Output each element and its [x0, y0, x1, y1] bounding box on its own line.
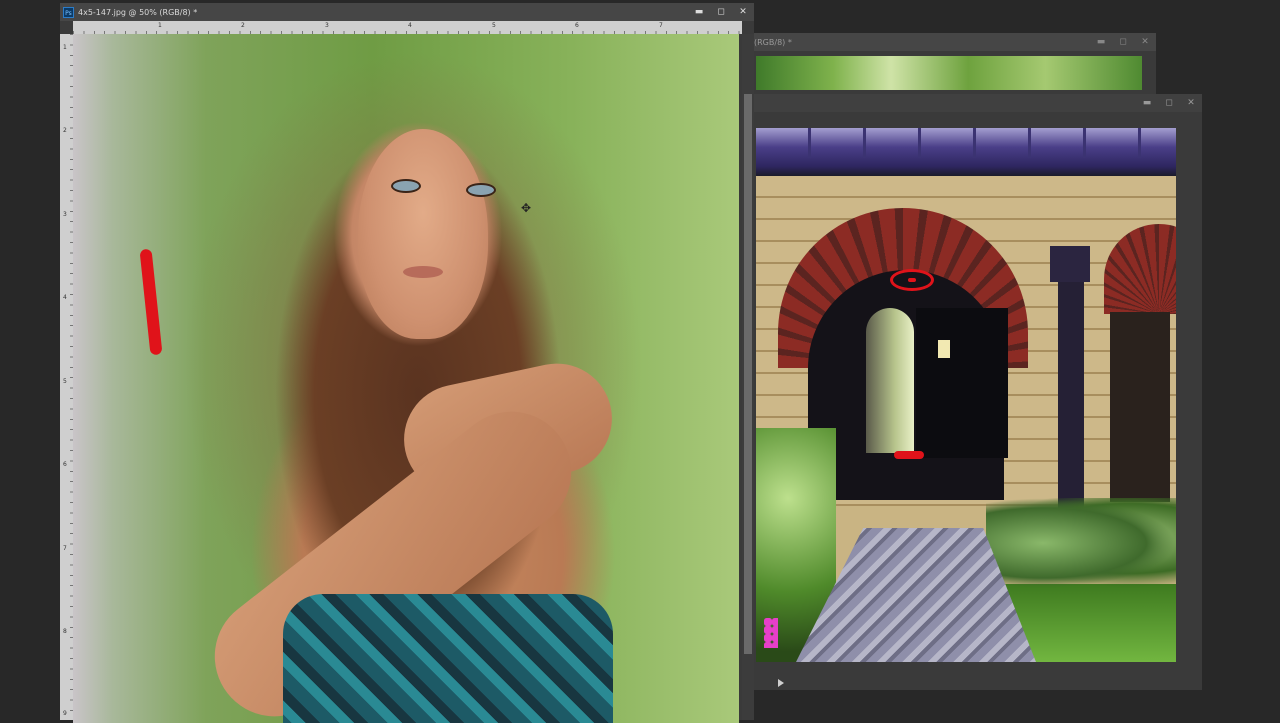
document-title-bar[interactable]: ▬ ◻ ✕ [754, 94, 1202, 112]
ruler-label: 2 [241, 22, 245, 29]
play-icon[interactable] [778, 679, 784, 687]
archway-photo-canvas[interactable] [756, 128, 1176, 662]
status-bar [754, 676, 1202, 690]
document-tab-title: 4x5-147.jpg @ 50% (RGB/8) * [78, 7, 198, 17]
scrollbar-thumb[interactable] [744, 94, 752, 654]
ruler-label: 6 [63, 461, 67, 468]
face-region [358, 129, 488, 339]
ruler-label: 2 [63, 127, 67, 134]
lips [403, 266, 443, 278]
ruler-label: 5 [63, 378, 67, 385]
move-cursor-icon: ✥ [521, 201, 532, 215]
iron-pillar [1058, 248, 1084, 508]
ruler-label: 5 [492, 22, 496, 29]
roof-slates [756, 128, 1176, 158]
close-icon[interactable]: ✕ [1186, 98, 1196, 108]
ruler-label: 9 [63, 710, 67, 717]
horizontal-ruler[interactable]: 1 2 3 4 5 6 7 [73, 21, 742, 34]
vertical-scrollbar[interactable] [742, 34, 754, 720]
maximize-icon[interactable]: ◻ [1118, 37, 1128, 47]
maximize-icon[interactable]: ◻ [1164, 98, 1174, 108]
minimize-icon[interactable]: ▬ [1096, 37, 1106, 47]
minimize-icon[interactable]: ▬ [1142, 98, 1152, 108]
ruler-label: 4 [63, 294, 67, 301]
right-doorway [1110, 312, 1170, 502]
document-tab-title: (RGB/8) * [754, 37, 792, 47]
photoshop-icon: Ps [63, 6, 74, 18]
vertical-ruler[interactable]: 1 2 3 4 5 6 7 8 9 [60, 34, 73, 720]
pink-flowers [764, 618, 778, 648]
ruler-label: 3 [325, 22, 329, 29]
background-document-window: (RGB/8) * ▬ ◻ ✕ [754, 33, 1156, 97]
eye [391, 179, 421, 193]
red-annotation-stroke [139, 248, 163, 356]
document-title-bar[interactable]: Ps 4x5-147.jpg @ 50% (RGB/8) * ▬ ◻ ✕ [60, 3, 754, 21]
lantern [1050, 246, 1090, 282]
maximize-icon[interactable]: ◻ [716, 7, 726, 17]
portrait-document-window: Ps 4x5-147.jpg @ 50% (RGB/8) * ▬ ◻ ✕ 1 2… [60, 3, 754, 723]
ruler-label: 4 [408, 22, 412, 29]
red-annotation-dash [894, 451, 924, 459]
vertical-scrollbar[interactable] [1182, 116, 1202, 676]
minimize-icon[interactable]: ▬ [694, 7, 704, 17]
ruler-label: 1 [63, 44, 67, 51]
right-hostas [986, 498, 1176, 588]
archway-document-window: ▬ ◻ ✕ [754, 94, 1202, 690]
door-window [938, 340, 950, 358]
ruler-label: 8 [63, 628, 67, 635]
ruler-label: 3 [63, 211, 67, 218]
trees-photo-canvas[interactable] [756, 56, 1142, 90]
inner-archway [866, 308, 914, 453]
dark-doorway [916, 308, 1008, 458]
red-annotation-dot [908, 278, 916, 282]
ruler-label: 6 [575, 22, 579, 29]
ruler-label: 7 [659, 22, 663, 29]
portrait-photo-canvas[interactable]: ✥ [73, 34, 739, 723]
document-title-bar[interactable]: (RGB/8) * ▬ ◻ ✕ [754, 33, 1156, 51]
ruler-label: 7 [63, 545, 67, 552]
ruler-label: 1 [158, 22, 162, 29]
patterned-dress [283, 594, 613, 723]
close-icon[interactable]: ✕ [738, 7, 748, 17]
close-icon[interactable]: ✕ [1140, 37, 1150, 47]
eye [466, 183, 496, 197]
